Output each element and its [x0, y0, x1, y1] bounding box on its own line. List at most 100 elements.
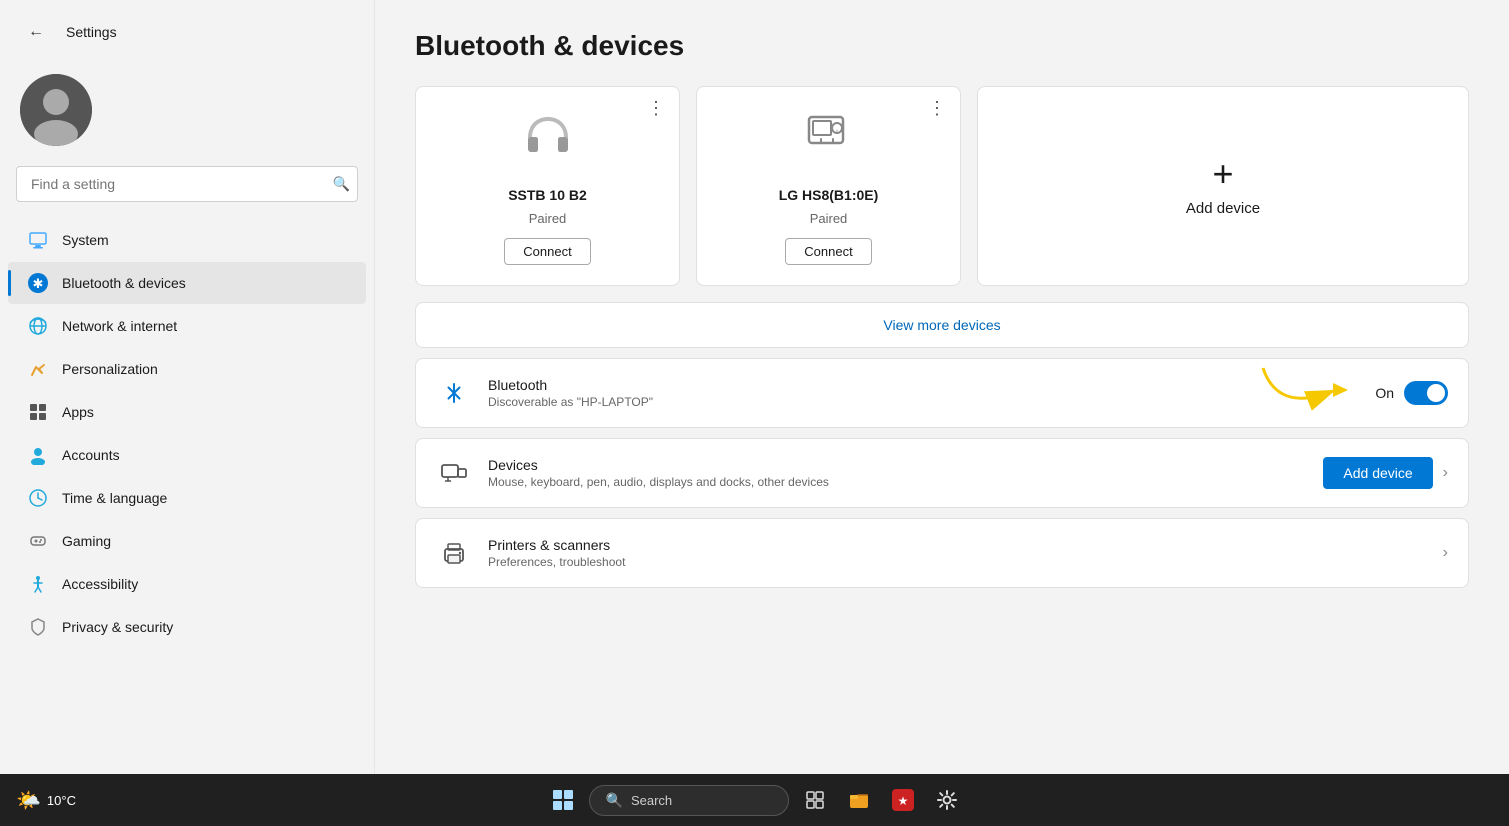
weather-icon: 🌤️: [16, 788, 41, 813]
printers-row-icon: [436, 535, 472, 571]
devices-row-title: Devices: [488, 457, 1307, 473]
svg-text:★: ★: [897, 794, 908, 808]
sidebar-item-label-accessibility: Accessibility: [62, 576, 138, 592]
sidebar-item-label-gaming: Gaming: [62, 533, 111, 549]
view-more-link[interactable]: View more devices: [883, 317, 1000, 333]
sidebar-item-label-accounts: Accounts: [62, 447, 120, 463]
app-title: Settings: [66, 24, 117, 40]
sidebar-item-label-system: System: [62, 232, 109, 248]
sidebar-item-system[interactable]: System: [8, 219, 366, 261]
devices-row-chevron[interactable]: ›: [1443, 464, 1448, 482]
bluetooth-toggle-area: On: [1375, 381, 1448, 405]
sidebar-item-accessibility[interactable]: Accessibility: [8, 563, 366, 605]
devices-row[interactable]: Devices Mouse, keyboard, pen, audio, dis…: [416, 439, 1468, 507]
main-content: Bluetooth & devices ⋮ SSTB 10 B2 Paired …: [375, 0, 1509, 774]
add-plus-icon: +: [1212, 156, 1233, 192]
device-menu-btn-lg[interactable]: ⋮: [928, 99, 946, 117]
windows-start-button[interactable]: [545, 782, 581, 818]
sidebar-item-apps[interactable]: Apps: [8, 391, 366, 433]
gaming-icon: [28, 531, 48, 551]
add-device-label: Add device: [1186, 200, 1260, 217]
bluetooth-row-sub: Discoverable as "HP-LAPTOP": [488, 395, 1359, 409]
device-status-lg: Paired: [810, 211, 848, 226]
devices-add-device-button[interactable]: Add device: [1323, 457, 1432, 489]
search-icon[interactable]: 🔍: [333, 176, 350, 193]
search-input[interactable]: [16, 166, 358, 202]
accessibility-icon: [28, 574, 48, 594]
yellow-arrow-annotation: [1258, 363, 1348, 423]
sidebar-item-personalization[interactable]: Personalization: [8, 348, 366, 390]
taskbar-search-text: Search: [631, 793, 672, 808]
sidebar-item-privacy[interactable]: Privacy & security: [8, 606, 366, 648]
bluetooth-section: Bluetooth Discoverable as "HP-LAPTOP": [415, 358, 1469, 428]
network-icon: [28, 316, 48, 336]
nav-list: System ✱ Bluetooth & devices Network & i…: [0, 214, 374, 653]
connect-btn-sstb[interactable]: Connect: [504, 238, 590, 265]
accounts-icon: [28, 445, 48, 465]
sidebar-item-label-apps: Apps: [62, 404, 94, 420]
add-device-card[interactable]: + Add device: [977, 86, 1469, 286]
system-icon: [28, 230, 48, 250]
privacy-icon: [28, 617, 48, 637]
apps-icon: [28, 402, 48, 422]
device-name-sstb: SSTB 10 B2: [508, 187, 587, 203]
device-cards-row: ⋮ SSTB 10 B2 Paired Connect ⋮: [415, 86, 1469, 286]
taskbar: 🌤️ 10°C 🔍 Search: [0, 774, 1509, 826]
personalization-icon: [28, 359, 48, 379]
sidebar-item-label-personalization: Personalization: [62, 361, 158, 377]
sidebar-item-gaming[interactable]: Gaming: [8, 520, 366, 562]
sidebar-item-network[interactable]: Network & internet: [8, 305, 366, 347]
sidebar: ← Settings 🔍 System: [0, 0, 375, 774]
device-card-sstb: ⋮ SSTB 10 B2 Paired Connect: [415, 86, 680, 286]
bluetooth-row-icon: [436, 375, 472, 411]
printers-row-text: Printers & scanners Preferences, trouble…: [488, 537, 1427, 569]
sidebar-item-label-time: Time & language: [62, 490, 167, 506]
device-name-lg: LG HS8(B1:0E): [779, 187, 879, 203]
bluetooth-toggle[interactable]: [1404, 381, 1448, 405]
connect-btn-lg[interactable]: Connect: [785, 238, 871, 265]
app-icon-1[interactable]: ★: [885, 782, 921, 818]
task-view-button[interactable]: [797, 782, 833, 818]
view-more-row[interactable]: View more devices: [415, 302, 1469, 348]
sidebar-item-bluetooth[interactable]: ✱ Bluetooth & devices: [8, 262, 366, 304]
devices-row-sub: Mouse, keyboard, pen, audio, displays an…: [488, 475, 1307, 489]
sidebar-item-label-network: Network & internet: [62, 318, 177, 334]
bluetooth-row-title: Bluetooth: [488, 377, 1359, 393]
sidebar-item-label-bluetooth: Bluetooth & devices: [62, 275, 186, 291]
media-device-icon: ♪: [801, 107, 857, 175]
file-explorer-button[interactable]: [841, 782, 877, 818]
devices-row-text: Devices Mouse, keyboard, pen, audio, dis…: [488, 457, 1307, 489]
sidebar-item-time[interactable]: Time & language: [8, 477, 366, 519]
devices-row-icon: [436, 455, 472, 491]
avatar[interactable]: [20, 74, 92, 146]
back-button[interactable]: ←: [20, 16, 52, 48]
taskbar-search-icon: 🔍: [606, 792, 623, 809]
device-menu-btn-sstb[interactable]: ⋮: [647, 99, 665, 117]
svg-text:♪: ♪: [835, 128, 839, 135]
bluetooth-row-text: Bluetooth Discoverable as "HP-LAPTOP": [488, 377, 1359, 409]
settings-taskbar-button[interactable]: [929, 782, 965, 818]
printers-row-chevron[interactable]: ›: [1443, 544, 1448, 562]
sidebar-header: ← Settings: [0, 0, 374, 64]
avatar-container: [0, 64, 374, 166]
bluetooth-icon: ✱: [28, 273, 48, 293]
svg-text:✱: ✱: [33, 276, 44, 291]
bluetooth-toggle-label: On: [1375, 385, 1394, 401]
bluetooth-row: Bluetooth Discoverable as "HP-LAPTOP": [416, 359, 1468, 427]
printers-row-action: ›: [1443, 544, 1448, 562]
device-status-sstb: Paired: [529, 211, 567, 226]
sidebar-item-accounts[interactable]: Accounts: [8, 434, 366, 476]
printers-section: Printers & scanners Preferences, trouble…: [415, 518, 1469, 588]
weather-temp: 10°C: [47, 793, 76, 808]
page-title: Bluetooth & devices: [415, 30, 1469, 62]
device-card-lg: ⋮ ♪ LG HS8(B1:0E) Paired Connect: [696, 86, 961, 286]
sidebar-item-label-privacy: Privacy & security: [62, 619, 173, 635]
search-box[interactable]: 🔍: [16, 166, 358, 202]
taskbar-search-bar[interactable]: 🔍 Search: [589, 785, 789, 816]
printers-row-sub: Preferences, troubleshoot: [488, 555, 1427, 569]
taskbar-center-icons: 🔍 Search ★: [545, 782, 965, 818]
printers-row[interactable]: Printers & scanners Preferences, trouble…: [416, 519, 1468, 587]
toggle-thumb: [1427, 384, 1445, 402]
printers-row-title: Printers & scanners: [488, 537, 1427, 553]
devices-section: Devices Mouse, keyboard, pen, audio, dis…: [415, 438, 1469, 508]
